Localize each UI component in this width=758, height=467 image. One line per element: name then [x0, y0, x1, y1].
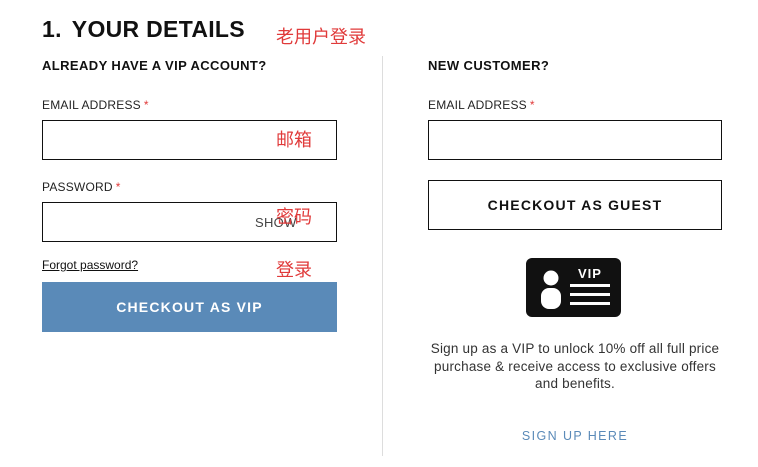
- checkout-as-guest-button[interactable]: CHECKOUT AS GUEST: [428, 180, 722, 230]
- required-marker: *: [529, 98, 535, 112]
- vip-section-heading: ALREADY HAVE A VIP ACCOUNT?: [42, 58, 267, 73]
- guest-email-field[interactable]: [429, 121, 721, 159]
- annotation-email: 邮箱: [276, 130, 312, 151]
- required-marker: *: [115, 180, 121, 194]
- annotation-returning-user-login: 老用户登录: [276, 27, 366, 48]
- guest-email-field-wrapper: [428, 120, 722, 160]
- forgot-password-link[interactable]: Forgot password?: [42, 258, 138, 272]
- annotation-login: 登录: [276, 260, 312, 281]
- sign-up-here-link[interactable]: SIGN UP HERE: [428, 429, 722, 443]
- vip-email-label-text: EMAIL ADDRESS: [42, 98, 141, 112]
- vip-password-label: PASSWORD *: [42, 180, 121, 194]
- page-title: 1. YOUR DETAILS: [42, 16, 245, 43]
- vip-card-icon-label: VIP: [578, 266, 602, 281]
- column-divider: [382, 56, 383, 456]
- vip-card-icon-graphic: VIP: [526, 258, 621, 317]
- step-title-text: YOUR DETAILS: [71, 16, 245, 42]
- vip-email-label: EMAIL ADDRESS *: [42, 98, 149, 112]
- checkout-as-vip-button[interactable]: CHECKOUT AS VIP: [42, 282, 337, 332]
- vip-password-label-text: PASSWORD: [42, 180, 113, 194]
- required-marker: *: [143, 98, 149, 112]
- step-number: 1.: [42, 16, 62, 42]
- vip-card-icon: VIP: [526, 258, 621, 317]
- guest-section-heading: NEW CUSTOMER?: [428, 58, 550, 73]
- guest-email-label-text: EMAIL ADDRESS: [428, 98, 527, 112]
- annotation-password: 密码: [276, 207, 312, 228]
- vip-promo-text: Sign up as a VIP to unlock 10% off all f…: [430, 341, 720, 391]
- guest-email-label: EMAIL ADDRESS *: [428, 98, 535, 112]
